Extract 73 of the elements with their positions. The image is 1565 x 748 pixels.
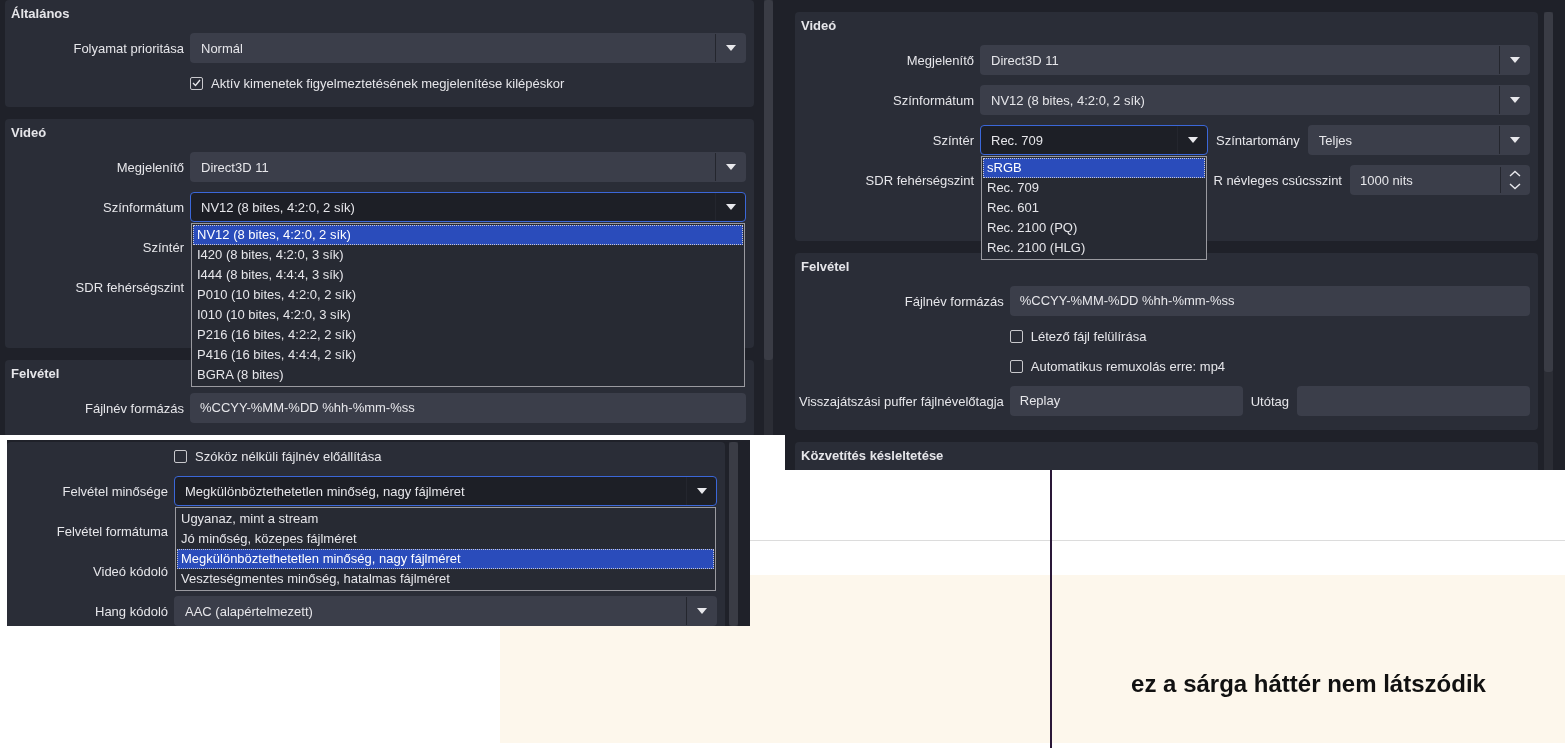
field-label: SDR fehérségszint [864, 172, 974, 188]
checkbox-label[interactable]: Szóköz nélküli fájlnév előállítása [195, 448, 382, 464]
group-title: Általános [11, 5, 70, 23]
field-label: Színtér [141, 239, 184, 255]
caret-icon [725, 164, 736, 170]
dropdown-option[interactable]: Jó minőség, közepes fájlméret [177, 529, 714, 549]
checkbox[interactable] [1009, 359, 1023, 373]
dropdown-option[interactable]: Rec. 2100 (HLG) [983, 238, 1205, 258]
text-field[interactable]: %CCYY-%MM-%DD %hh-%mm-%ss [190, 393, 746, 423]
dropdown[interactable]: Direct3D 11 [190, 152, 746, 182]
checkbox-label[interactable]: Automatikus remuxolás erre: mp4 [1030, 358, 1226, 374]
dropdown[interactable]: AAC (alapértelmezett) [174, 596, 717, 626]
scrollbar[interactable] [729, 442, 738, 626]
checkbox[interactable] [174, 449, 187, 463]
field-label: Fájlnév formázás [903, 293, 1004, 309]
dropdown-option[interactable]: Veszteségmentes minőség, hatalmas fájlméret [177, 569, 714, 589]
group-title: Felvétel [801, 258, 850, 276]
field-label: Színformátum [102, 199, 184, 215]
checkbox[interactable] [1009, 329, 1023, 343]
field-label: Hang kódoló [94, 603, 168, 619]
dropdown-option[interactable]: Rec. 2100 (PQ) [983, 218, 1205, 238]
field-label: Megjelenítő [905, 52, 974, 68]
dropdown-option[interactable]: I420 (8 bites, 4:2:0, 3 sík) [193, 245, 743, 265]
caret-icon [725, 204, 736, 210]
field-label: Fájlnév formázás [84, 400, 184, 416]
field-label: Visszajátszási puffer fájlnévelőtagja [799, 393, 1004, 409]
field-label: Színformátum [892, 92, 974, 108]
field-label: Videó kódoló [92, 563, 168, 579]
note-text: ez a sárga háttér nem látszódik [1131, 670, 1486, 698]
dropdown-option[interactable]: I444 (8 bites, 4:4:4, 3 sík) [193, 265, 743, 285]
caret-icon [1509, 97, 1520, 103]
checkbox[interactable] [190, 76, 203, 90]
caret-icon [696, 488, 707, 494]
group-title: Videó [11, 124, 47, 142]
group-title: Videó [801, 17, 837, 35]
dropdown-option[interactable]: Rec. 601 [983, 198, 1205, 218]
field-label: SDR fehérségszint [74, 279, 184, 295]
field-label: Színtér [931, 132, 974, 148]
text-field[interactable]: Replay [1009, 386, 1243, 416]
field-label: Felvétel formátuma [55, 523, 168, 539]
dropdown-option[interactable]: Megkülönböztethetetlen minőség, nagy fájlméret [177, 549, 714, 569]
group-title: Közvetítés késleltetése [801, 447, 944, 465]
spin-field[interactable]: 1000 nits [1350, 165, 1530, 195]
caret-icon [696, 608, 707, 614]
field-label: Utótag [1249, 393, 1291, 409]
dropdown-option[interactable]: BGRA (8 bites) [193, 365, 743, 385]
field-label: Felvétel minősége [61, 483, 168, 499]
dropdown-option[interactable]: Ugyanaz, mint a stream [177, 509, 714, 529]
dropdown[interactable]: Normál [190, 33, 746, 63]
scrollbar[interactable] [1544, 12, 1553, 470]
checkbox-label[interactable]: Aktív kimenetek figyelmeztetésének megjelenítése kilépéskor [211, 75, 565, 91]
dropdown-option[interactable]: I010 (10 bites, 4:2:0, 3 sík) [193, 305, 743, 325]
caret-icon [1509, 137, 1520, 143]
field-label: Megjelenítő [115, 159, 184, 175]
dropdown-option[interactable]: Rec. 709 [983, 178, 1205, 198]
field-label: Színtartomány [1215, 132, 1301, 148]
dropdown-option[interactable]: P216 (16 bites, 4:2:2, 2 sík) [193, 325, 743, 345]
dropdown-option[interactable]: P416 (16 bites, 4:4:4, 2 sík) [193, 345, 743, 365]
dropdown-option[interactable]: sRGB [983, 158, 1205, 178]
field-label: R névleges csúcsszint [1212, 172, 1343, 188]
dropdown-option[interactable]: NV12 (8 bites, 4:2:0, 2 sík) [193, 225, 743, 245]
dropdown-option[interactable]: P010 (10 bites, 4:2:0, 2 sík) [193, 285, 743, 305]
field-label: Folyamat prioritása [72, 40, 184, 56]
dropdown[interactable]: Teljes [1307, 125, 1530, 155]
dropdown[interactable]: Direct3D 11 [980, 45, 1530, 75]
caret-icon [725, 45, 736, 51]
text-field[interactable]: %CCYY-%MM-%DD %hh-%mm-%ss [1009, 286, 1530, 316]
caret-icon [1187, 137, 1198, 143]
checkbox-label[interactable]: Létező fájl felülírása [1030, 328, 1147, 344]
caret-icon [1509, 57, 1520, 63]
dropdown[interactable]: NV12 (8 bites, 4:2:0, 2 sík) [980, 85, 1530, 115]
scrollbar[interactable] [764, 0, 773, 435]
group-title: Felvétel [11, 365, 60, 383]
